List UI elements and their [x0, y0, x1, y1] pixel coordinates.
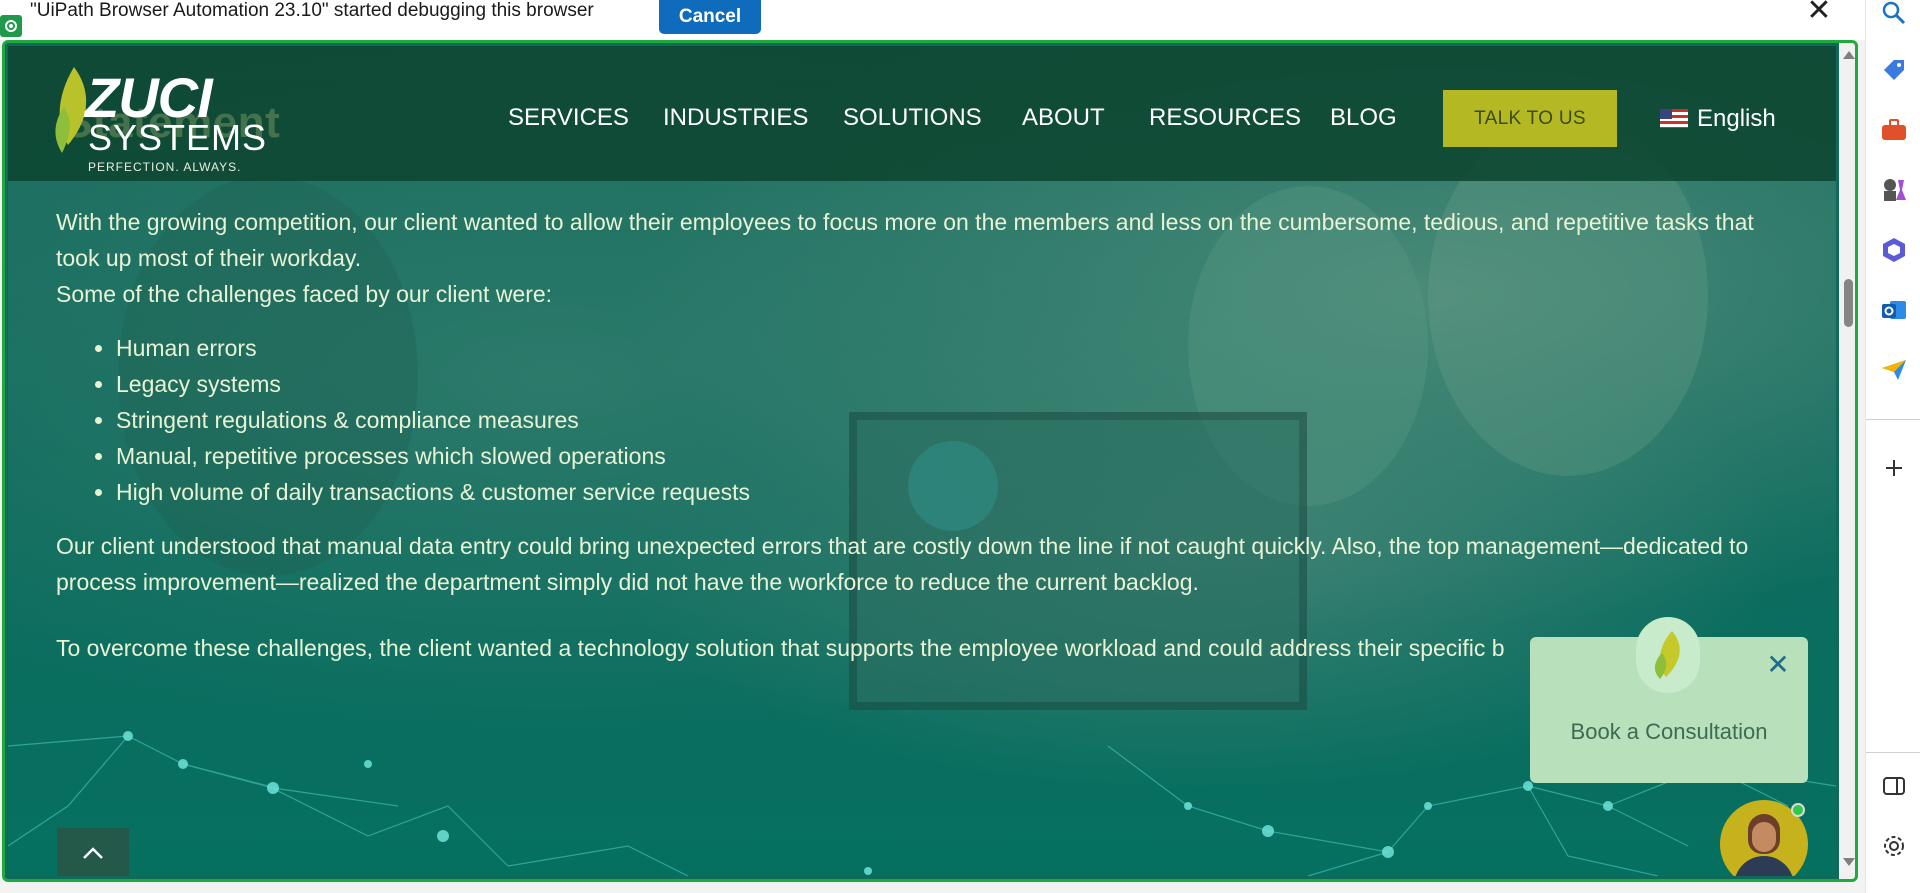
scroll-to-top-button[interactable] [57, 828, 129, 876]
leaf-logo-icon [1654, 631, 1680, 679]
copilot-icon[interactable] [1880, 236, 1908, 264]
add-icon[interactable] [1880, 454, 1908, 482]
avatar-body [1734, 856, 1794, 876]
page-viewport: Statement ZUCI SYSTEMS PERFECTION. ALWAY… [8, 46, 1836, 876]
zuci-logo[interactable]: ZUCI SYSTEMS PERFECTION. ALWAYS. [50, 62, 266, 174]
online-status-dot [1791, 803, 1805, 817]
infobar-message: "UiPath Browser Automation 23.10" starte… [30, 0, 594, 21]
challenges-intro: Some of the challenges faced by our clie… [56, 281, 553, 307]
nav-about[interactable]: ABOUT [1022, 104, 1105, 132]
list-item: Human errors [116, 330, 1786, 366]
list-item: Legacy systems [116, 366, 1786, 402]
split-screen-icon[interactable] [1880, 772, 1908, 800]
debug-target-icon [0, 15, 22, 37]
debug-infobar: "UiPath Browser Automation 23.10" starte… [0, 0, 1865, 40]
manual-entry-paragraph: Our client understood that manual data e… [56, 533, 1749, 595]
games-icon[interactable] [1880, 176, 1908, 204]
challenges-list: Human errors Legacy systems Stringent re… [56, 330, 1786, 510]
tag-icon[interactable] [1880, 56, 1908, 84]
article-content: With the growing competition, our client… [56, 204, 1786, 666]
sidebar-divider [1866, 419, 1920, 420]
book-consultation-label[interactable]: Book a Consultation [1530, 719, 1808, 745]
us-flag-icon [1660, 109, 1688, 128]
close-popup-icon[interactable]: ✕ [1766, 651, 1790, 679]
intro-paragraph: With the growing competition, our client… [56, 209, 1754, 271]
book-consultation-popup[interactable]: ✕ Book a Consultation [1530, 617, 1808, 783]
nav-industries[interactable]: INDUSTRIES [663, 104, 808, 132]
search-icon[interactable] [1880, 0, 1908, 28]
consultation-badge [1636, 617, 1700, 693]
browser-sidebar [1865, 0, 1920, 893]
nav-services[interactable]: SERVICES [508, 104, 629, 132]
chevron-up-icon [83, 847, 103, 859]
send-icon[interactable] [1880, 356, 1908, 384]
avatar-face [1752, 822, 1776, 852]
toolbox-icon[interactable] [1880, 116, 1908, 144]
language-label: English [1697, 105, 1776, 132]
scrollbar-thumb[interactable] [1844, 279, 1853, 327]
sidebar-divider [1866, 752, 1920, 753]
solution-paragraph: To overcome these challenges, the client… [56, 635, 1505, 661]
talk-to-us-button[interactable]: TALK TO US [1443, 90, 1617, 147]
logo-subtitle: SYSTEMS [88, 117, 268, 158]
browser-viewport-frame: Statement ZUCI SYSTEMS PERFECTION. ALWAY… [2, 40, 1858, 882]
page-scrollbar[interactable] [1839, 43, 1855, 879]
list-item: High volume of daily transactions & cust… [116, 474, 1786, 510]
outlook-icon[interactable] [1880, 296, 1908, 324]
scroll-up-arrow-icon[interactable] [1843, 51, 1855, 59]
list-item: Stringent regulations & compliance measu… [116, 402, 1786, 438]
list-item: Manual, repetitive processes which slowe… [116, 438, 1786, 474]
settings-icon[interactable] [1880, 832, 1908, 860]
nav-resources[interactable]: RESOURCES [1149, 104, 1301, 132]
nav-blog[interactable]: BLOG [1330, 104, 1397, 132]
logo-tagline: PERFECTION. ALWAYS. [88, 160, 242, 174]
window-bottom-edge [0, 882, 1865, 893]
site-header: Statement ZUCI SYSTEMS PERFECTION. ALWAY… [8, 46, 1836, 181]
cancel-debugging-button[interactable]: Cancel [659, 0, 761, 34]
nav-solutions[interactable]: SOLUTIONS [843, 104, 982, 132]
close-infobar-icon[interactable]: ✕ [1805, 0, 1833, 26]
scroll-down-arrow-icon[interactable] [1843, 858, 1855, 866]
